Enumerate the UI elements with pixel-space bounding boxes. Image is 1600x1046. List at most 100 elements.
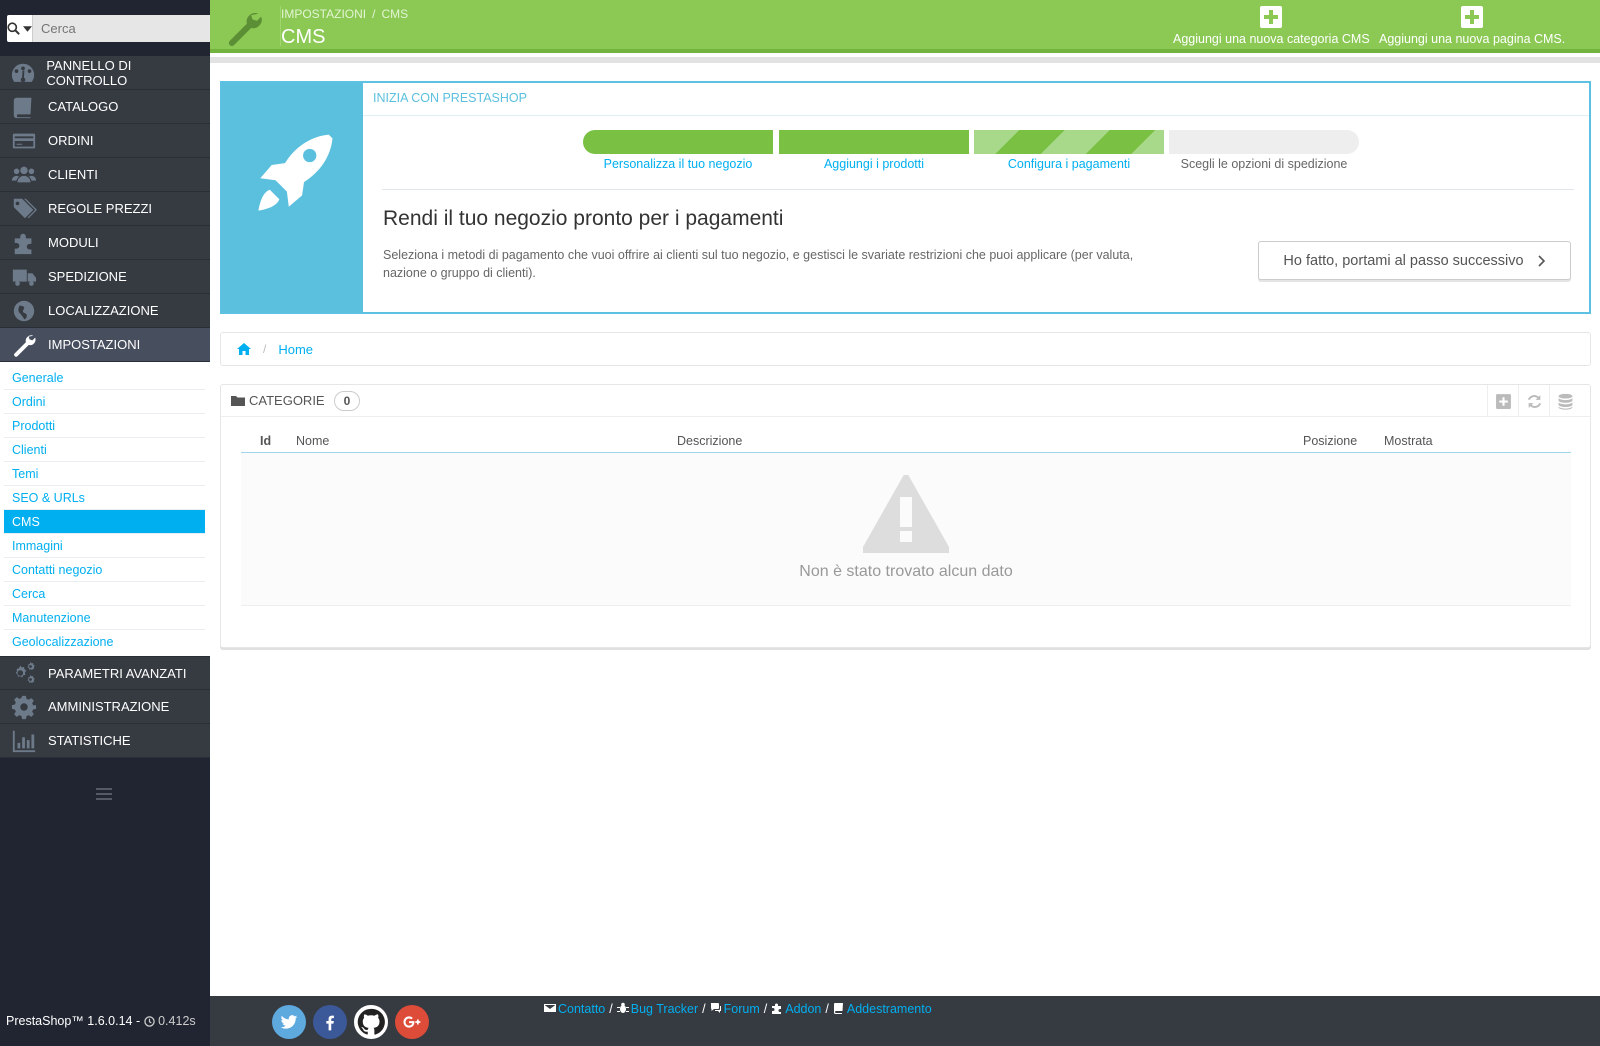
database-icon (1558, 393, 1572, 410)
submenu-item-images[interactable]: Immagini (4, 534, 205, 558)
submenu-item-seo-urls[interactable]: SEO & URLs (4, 486, 205, 510)
footer-link-contact[interactable]: Contatto (558, 1002, 605, 1016)
facebook-link[interactable] (313, 1005, 347, 1039)
onboarding-side (222, 83, 363, 312)
onboarding-divider (382, 189, 1574, 190)
submenu-item-general[interactable]: Generale (4, 366, 205, 390)
submenu-item-customers[interactable]: Clienti (4, 438, 205, 462)
submenu-item-search[interactable]: Cerca (4, 582, 205, 606)
menu-label: MODULI (48, 235, 99, 250)
menu-label: PANNELLO DI CONTROLLO (46, 57, 132, 88)
facebook-icon (326, 1015, 334, 1031)
menu-item-shipping[interactable]: SPEDIZIONE (0, 260, 210, 294)
menu-item-advanced-parameters[interactable]: PARAMETRI AVANZATI (0, 656, 210, 690)
step-configure-payments[interactable]: Configura i pagamenti (974, 130, 1164, 171)
add-cms-page-button[interactable]: Aggiungi una nuova pagina CMS. (1379, 6, 1565, 46)
column-header-displayed[interactable]: Mostrata (1384, 434, 1433, 448)
search-icon (7, 22, 20, 35)
github-link[interactable] (354, 1005, 388, 1039)
home-icon[interactable] (237, 343, 251, 355)
footer-link-forum[interactable]: Forum (724, 1002, 760, 1016)
menu-item-statistics[interactable]: STATISTICHE (0, 724, 210, 758)
refresh-list-button[interactable] (1518, 385, 1549, 417)
submenu-item-products[interactable]: Prodotti (4, 414, 205, 438)
column-header-position[interactable]: Posizione (1303, 434, 1357, 448)
menu-item-modules[interactable]: MODULI (0, 226, 210, 260)
settings-submenu: Generale Ordini Prodotti Clienti Temi SE… (0, 362, 210, 656)
add-cms-page-label: Aggiungi una nuova pagina CMS. (1379, 32, 1566, 46)
breadcrumb: / Home (220, 332, 1591, 366)
menu-label: REGOLE PREZZI (48, 201, 153, 216)
footer-link-bug-tracker[interactable]: Bug Tracker (631, 1002, 698, 1016)
search-input[interactable] (33, 15, 217, 42)
add-category-tool-button[interactable] (1487, 385, 1518, 417)
collapse-menu-icon[interactable] (96, 788, 112, 800)
puzzle-icon (772, 1003, 782, 1014)
step-label: Configura i pagamenti (1007, 157, 1131, 171)
breadcrumb-item-settings[interactable]: IMPOSTAZIONI (281, 7, 366, 21)
categories-panel: CATEGORIE 0 Id Nome Descrizione Posizion… (220, 384, 1591, 648)
google-plus-link[interactable] (395, 1005, 429, 1039)
next-step-label: Ho fatto, portami al passo successivo (1283, 252, 1524, 269)
submenu-item-orders[interactable]: Ordini (4, 390, 205, 414)
book-icon (833, 1003, 843, 1014)
gear-icon (0, 690, 48, 724)
comments-icon (710, 1003, 721, 1013)
footer-link-training[interactable]: Addestramento (847, 1002, 932, 1016)
footer-version: PrestaShop™ 1.6.0.14 - 0.412s (0, 996, 210, 1046)
breadcrumb-home-link[interactable]: Home (278, 342, 313, 357)
puzzle-icon (0, 226, 48, 260)
menu-label: STATISTICHE (48, 733, 131, 748)
categories-table: Id Nome Descrizione Posizione Mostrata N… (241, 431, 1571, 606)
page-header: IMPOSTAZIONI / CMS CMS Aggiungi una nuova … (210, 0, 1600, 53)
search-box (7, 15, 217, 42)
submenu-item-geolocation[interactable]: Geolocalizzazione (4, 630, 205, 654)
column-header-id[interactable]: Id (260, 434, 271, 448)
plus-icon (1260, 6, 1283, 28)
menu-item-price-rules[interactable]: REGOLE PREZZI (0, 192, 210, 226)
menu-item-dashboard[interactable]: PANNELLO DI CONTROLLO (0, 56, 210, 90)
bar-chart-icon (0, 724, 48, 758)
menu-item-settings[interactable]: IMPOSTAZIONI (0, 328, 210, 362)
sql-query-button[interactable] (1549, 385, 1580, 417)
menu-item-localization[interactable]: LOCALIZZAZIONE (0, 294, 210, 328)
search-type-button[interactable] (7, 15, 33, 42)
header-shadow (210, 57, 1600, 63)
menu-item-orders[interactable]: ORDINI (0, 124, 210, 158)
page-title: CMS (281, 26, 326, 48)
breadcrumb-item-cms[interactable]: CMS (381, 7, 408, 21)
menu-item-customers[interactable]: CLIENTI (0, 158, 210, 192)
column-header-name[interactable]: Nome (296, 434, 329, 448)
add-cms-category-button[interactable]: Aggiungi una nuova categoria CMS (1173, 6, 1370, 46)
menu-item-catalog[interactable]: CATALOGO (0, 90, 210, 124)
onboarding-title-divider (363, 115, 1589, 116)
step-add-products[interactable]: Aggiungi i prodotti (779, 130, 969, 171)
next-step-button[interactable]: Ho fatto, portami al passo successivo (1258, 241, 1571, 280)
onboarding-heading: Rendi il tuo negozio pronto per i pagame… (383, 207, 784, 230)
tags-icon (0, 192, 48, 226)
menu-label: ORDINI (48, 133, 94, 148)
footer-links: Contatto / Bug Tracker / Forum / Addon /… (544, 1002, 932, 1016)
plus-square-icon (1495, 393, 1511, 409)
step-progress-bar (974, 130, 1164, 154)
step-customize-shop[interactable]: Personalizza il tuo negozio (583, 130, 773, 171)
menu-label: LOCALIZZAZIONE (48, 303, 159, 318)
menu-label: IMPOSTAZIONI (48, 337, 141, 352)
submenu-item-cms[interactable]: CMS (4, 510, 205, 534)
book-icon (0, 90, 48, 124)
add-cms-category-label: Aggiungi una nuova categoria CMS (1173, 32, 1370, 46)
chevron-right-icon (1538, 254, 1545, 267)
onboarding-title: INIZIA CON PRESTASHOP (373, 91, 527, 105)
categories-panel-header: CATEGORIE 0 (221, 385, 1590, 417)
column-header-description[interactable]: Descrizione (677, 434, 742, 448)
footer-link-addons[interactable]: Addon (785, 1002, 821, 1016)
submenu-item-store-contacts[interactable]: Contatti negozio (4, 558, 205, 582)
envelope-icon (544, 1004, 556, 1012)
twitter-link[interactable] (272, 1005, 306, 1039)
step-progress-bar (779, 130, 969, 154)
empty-table-message: Non è stato trovato alcun dato (241, 453, 1571, 606)
submenu-item-maintenance[interactable]: Manutenzione (4, 606, 205, 630)
step-progress-bar (1169, 130, 1359, 154)
submenu-item-themes[interactable]: Temi (4, 462, 205, 486)
menu-item-administration[interactable]: AMMINISTRAZIONE (0, 690, 210, 724)
